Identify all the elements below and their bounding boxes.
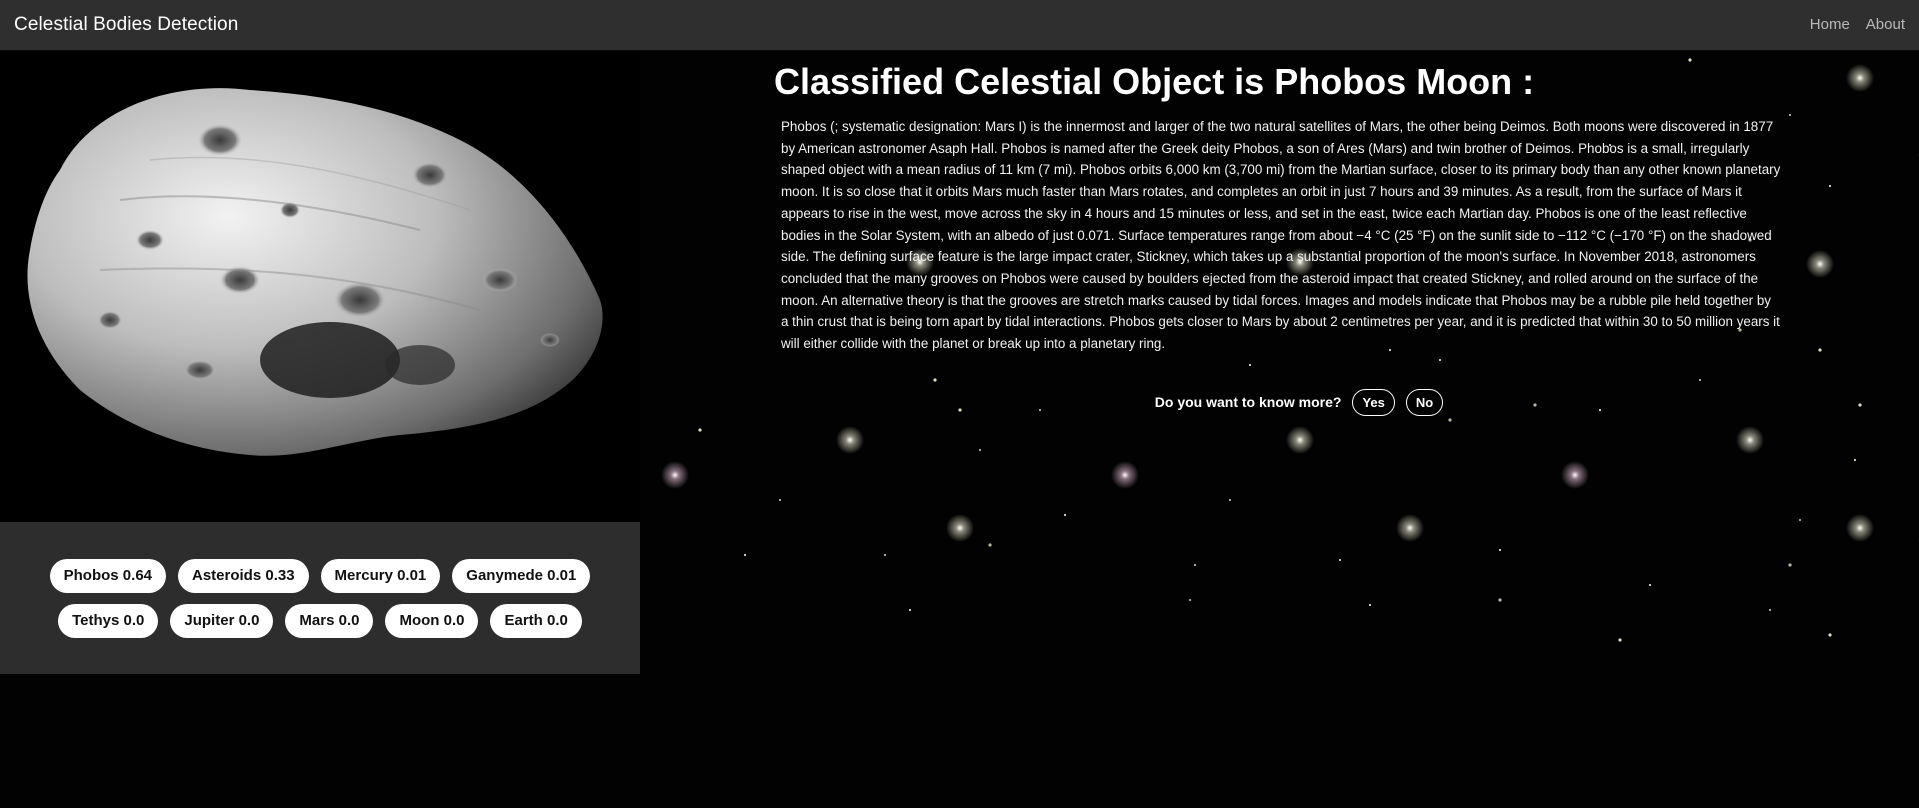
result-panel: Classified Celestial Object is Phobos Mo… (774, 50, 1784, 416)
nav-links: Home About (1810, 16, 1905, 33)
prediction-row-2: Tethys 0.0 Jupiter 0.0 Mars 0.0 Moon 0.0… (58, 603, 582, 638)
know-more-prompt: Do you want to know more? (1154, 394, 1342, 411)
brand-title[interactable]: Celestial Bodies Detection (14, 14, 238, 36)
prediction-pill-asteroids[interactable]: Asteroids 0.33 (178, 558, 309, 593)
phobos-image (0, 50, 640, 522)
result-title: Classified Celestial Object is Phobos Mo… (774, 61, 1535, 102)
nav-about-link[interactable]: About (1866, 16, 1905, 33)
top-navbar: Celestial Bodies Detection Home About (0, 0, 1919, 50)
prediction-row-1: Phobos 0.64 Asteroids 0.33 Mercury 0.01 … (49, 558, 591, 593)
nav-home-link[interactable]: Home (1810, 16, 1850, 33)
prediction-pill-mars[interactable]: Mars 0.0 (285, 603, 374, 638)
prediction-pill-mercury[interactable]: Mercury 0.01 (320, 558, 441, 593)
prediction-pill-tethys[interactable]: Tethys 0.0 (58, 603, 159, 638)
prediction-pill-jupiter[interactable]: Jupiter 0.0 (170, 603, 274, 638)
know-more-row: Do you want to know more? Yes No (774, 388, 1784, 416)
prediction-pill-moon[interactable]: Moon 0.0 (385, 603, 479, 638)
result-description: Phobos (; systematic designation: Mars I… (781, 119, 1781, 352)
prediction-pill-ganymede[interactable]: Ganymede 0.01 (452, 558, 591, 593)
prediction-pill-phobos[interactable]: Phobos 0.64 (49, 558, 166, 593)
left-panel: Phobos 0.64 Asteroids 0.33 Mercury 0.01 … (0, 50, 640, 674)
yes-button[interactable]: Yes (1352, 388, 1395, 416)
predictions-panel: Phobos 0.64 Asteroids 0.33 Mercury 0.01 … (0, 522, 640, 674)
no-button[interactable]: No (1405, 388, 1444, 416)
prediction-pill-earth[interactable]: Earth 0.0 (490, 603, 582, 638)
